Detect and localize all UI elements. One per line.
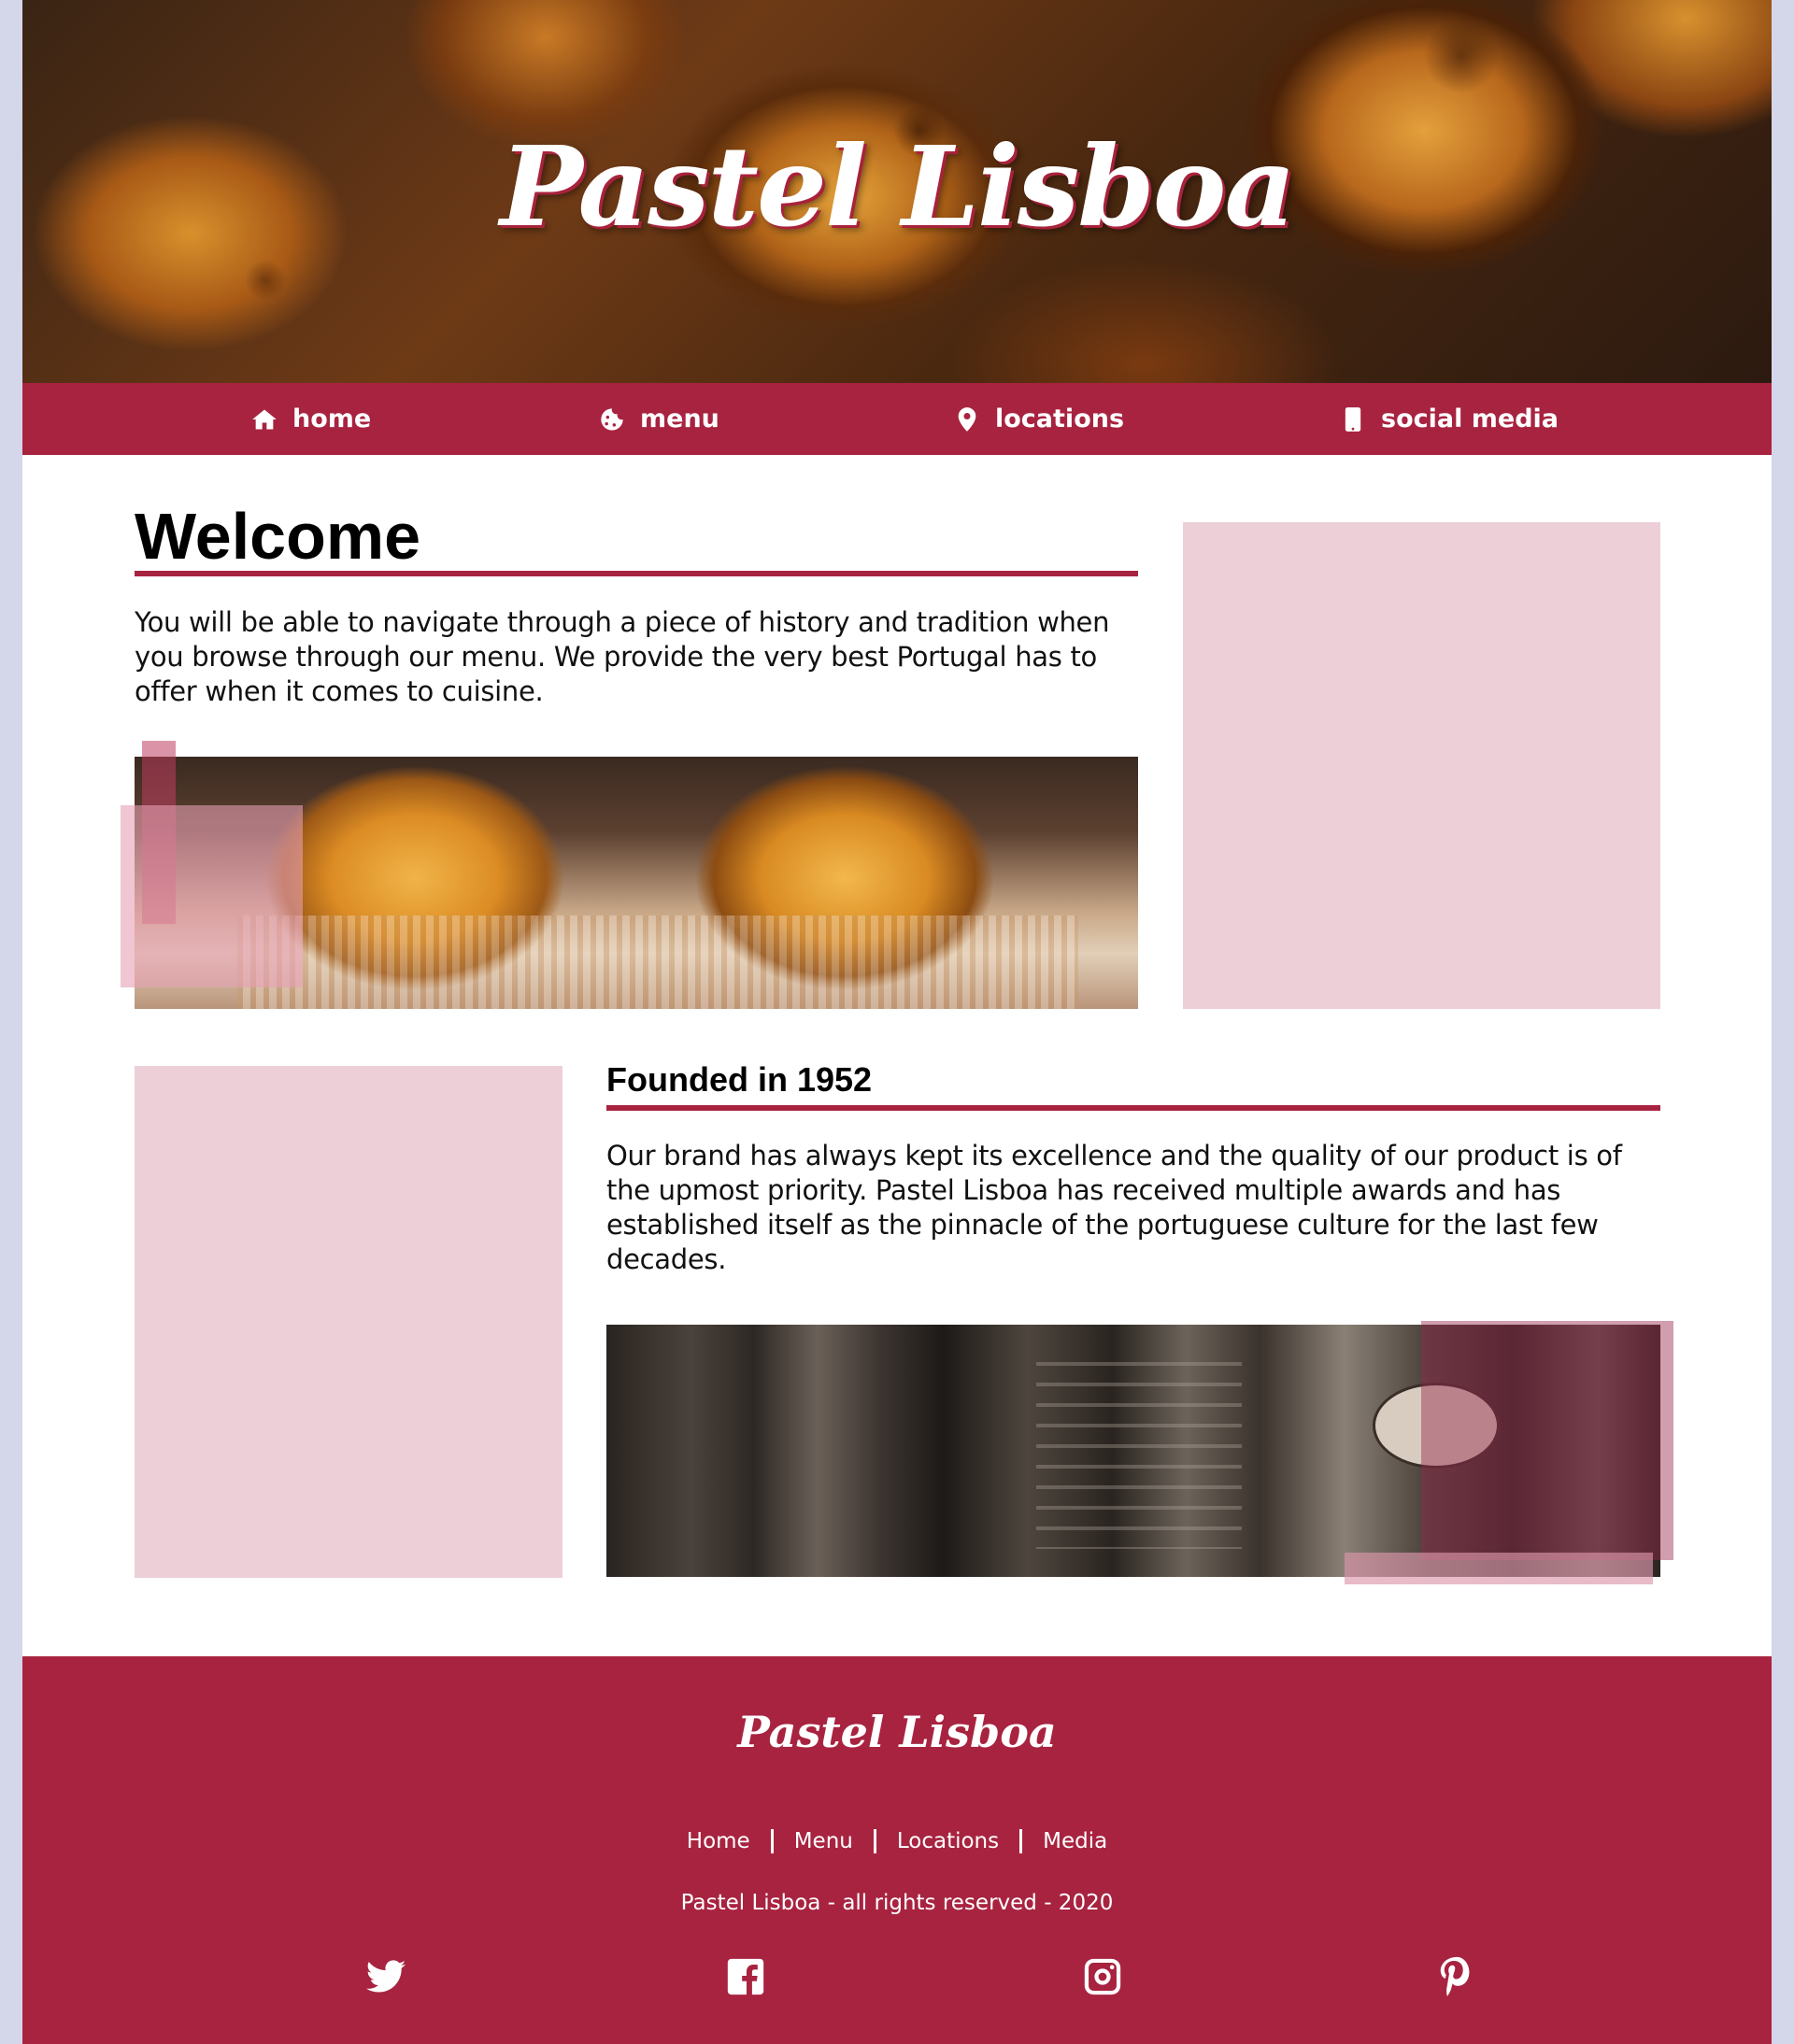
home-icon — [252, 409, 277, 429]
nav-item-home[interactable]: home — [251, 383, 371, 455]
footer-logo: Pastel Lisboa — [737, 1707, 1057, 1757]
nav-item-locations[interactable]: locations — [954, 383, 1124, 455]
welcome-heading: Welcome — [135, 500, 421, 573]
nav-item-social-media[interactable]: social media — [1340, 383, 1559, 455]
page: Pastel Lisboa home menu locations social… — [22, 0, 1772, 2044]
nav-item-label: home — [292, 405, 372, 433]
decorative-overlay-square — [1421, 1321, 1673, 1560]
footer-links: Home Menu Locations Media — [22, 1829, 1772, 1853]
mobile-phone-icon — [1345, 406, 1361, 432]
copyright-text: Pastel Lisboa - all rights reserved - 20… — [680, 1891, 1114, 1915]
cookie-icon — [601, 407, 623, 431]
hero-banner-image: Pastel Lisboa — [22, 0, 1772, 383]
footer: Pastel Lisboa Home Menu Locations Media … — [22, 1656, 1772, 2044]
instagram-link[interactable] — [1081, 1955, 1124, 1998]
facebook-link[interactable] — [724, 1955, 767, 1998]
twitter-link[interactable] — [364, 1955, 407, 1998]
placeholder-box-right — [1183, 522, 1660, 1009]
map-pin-icon — [958, 406, 976, 432]
footer-link-locations[interactable]: Locations — [876, 1829, 1019, 1853]
footer-link-menu[interactable]: Menu — [774, 1829, 874, 1853]
main-nav: home menu locations social media — [22, 383, 1772, 455]
founded-paragraph: Our brand has always kept its excellence… — [606, 1140, 1622, 1275]
nav-item-label: menu — [640, 405, 719, 433]
founded-divider — [606, 1105, 1660, 1111]
footer-link-media[interactable]: Media — [1022, 1829, 1128, 1853]
footer-link-home[interactable]: Home — [666, 1829, 771, 1853]
decorative-overlay-bar — [1345, 1553, 1653, 1584]
welcome-paragraph: You will be able to navigate through a p… — [135, 606, 1110, 707]
decorative-overlay-square — [121, 805, 303, 987]
instagram-icon — [1084, 1958, 1121, 1995]
pinterest-link[interactable] — [1435, 1955, 1478, 1998]
facebook-icon — [727, 1958, 764, 1995]
welcome-divider — [135, 571, 1138, 576]
placeholder-box-left — [135, 1066, 562, 1578]
nav-item-label: locations — [995, 405, 1125, 433]
nav-item-label: social media — [1381, 405, 1559, 433]
nav-item-menu[interactable]: menu — [599, 383, 719, 455]
founded-heading: Founded in 1952 — [606, 1060, 873, 1099]
pinterest-icon — [1440, 1956, 1470, 1996]
hero-title: Pastel Lisboa — [500, 121, 1296, 251]
twitter-icon — [365, 1960, 406, 1993]
